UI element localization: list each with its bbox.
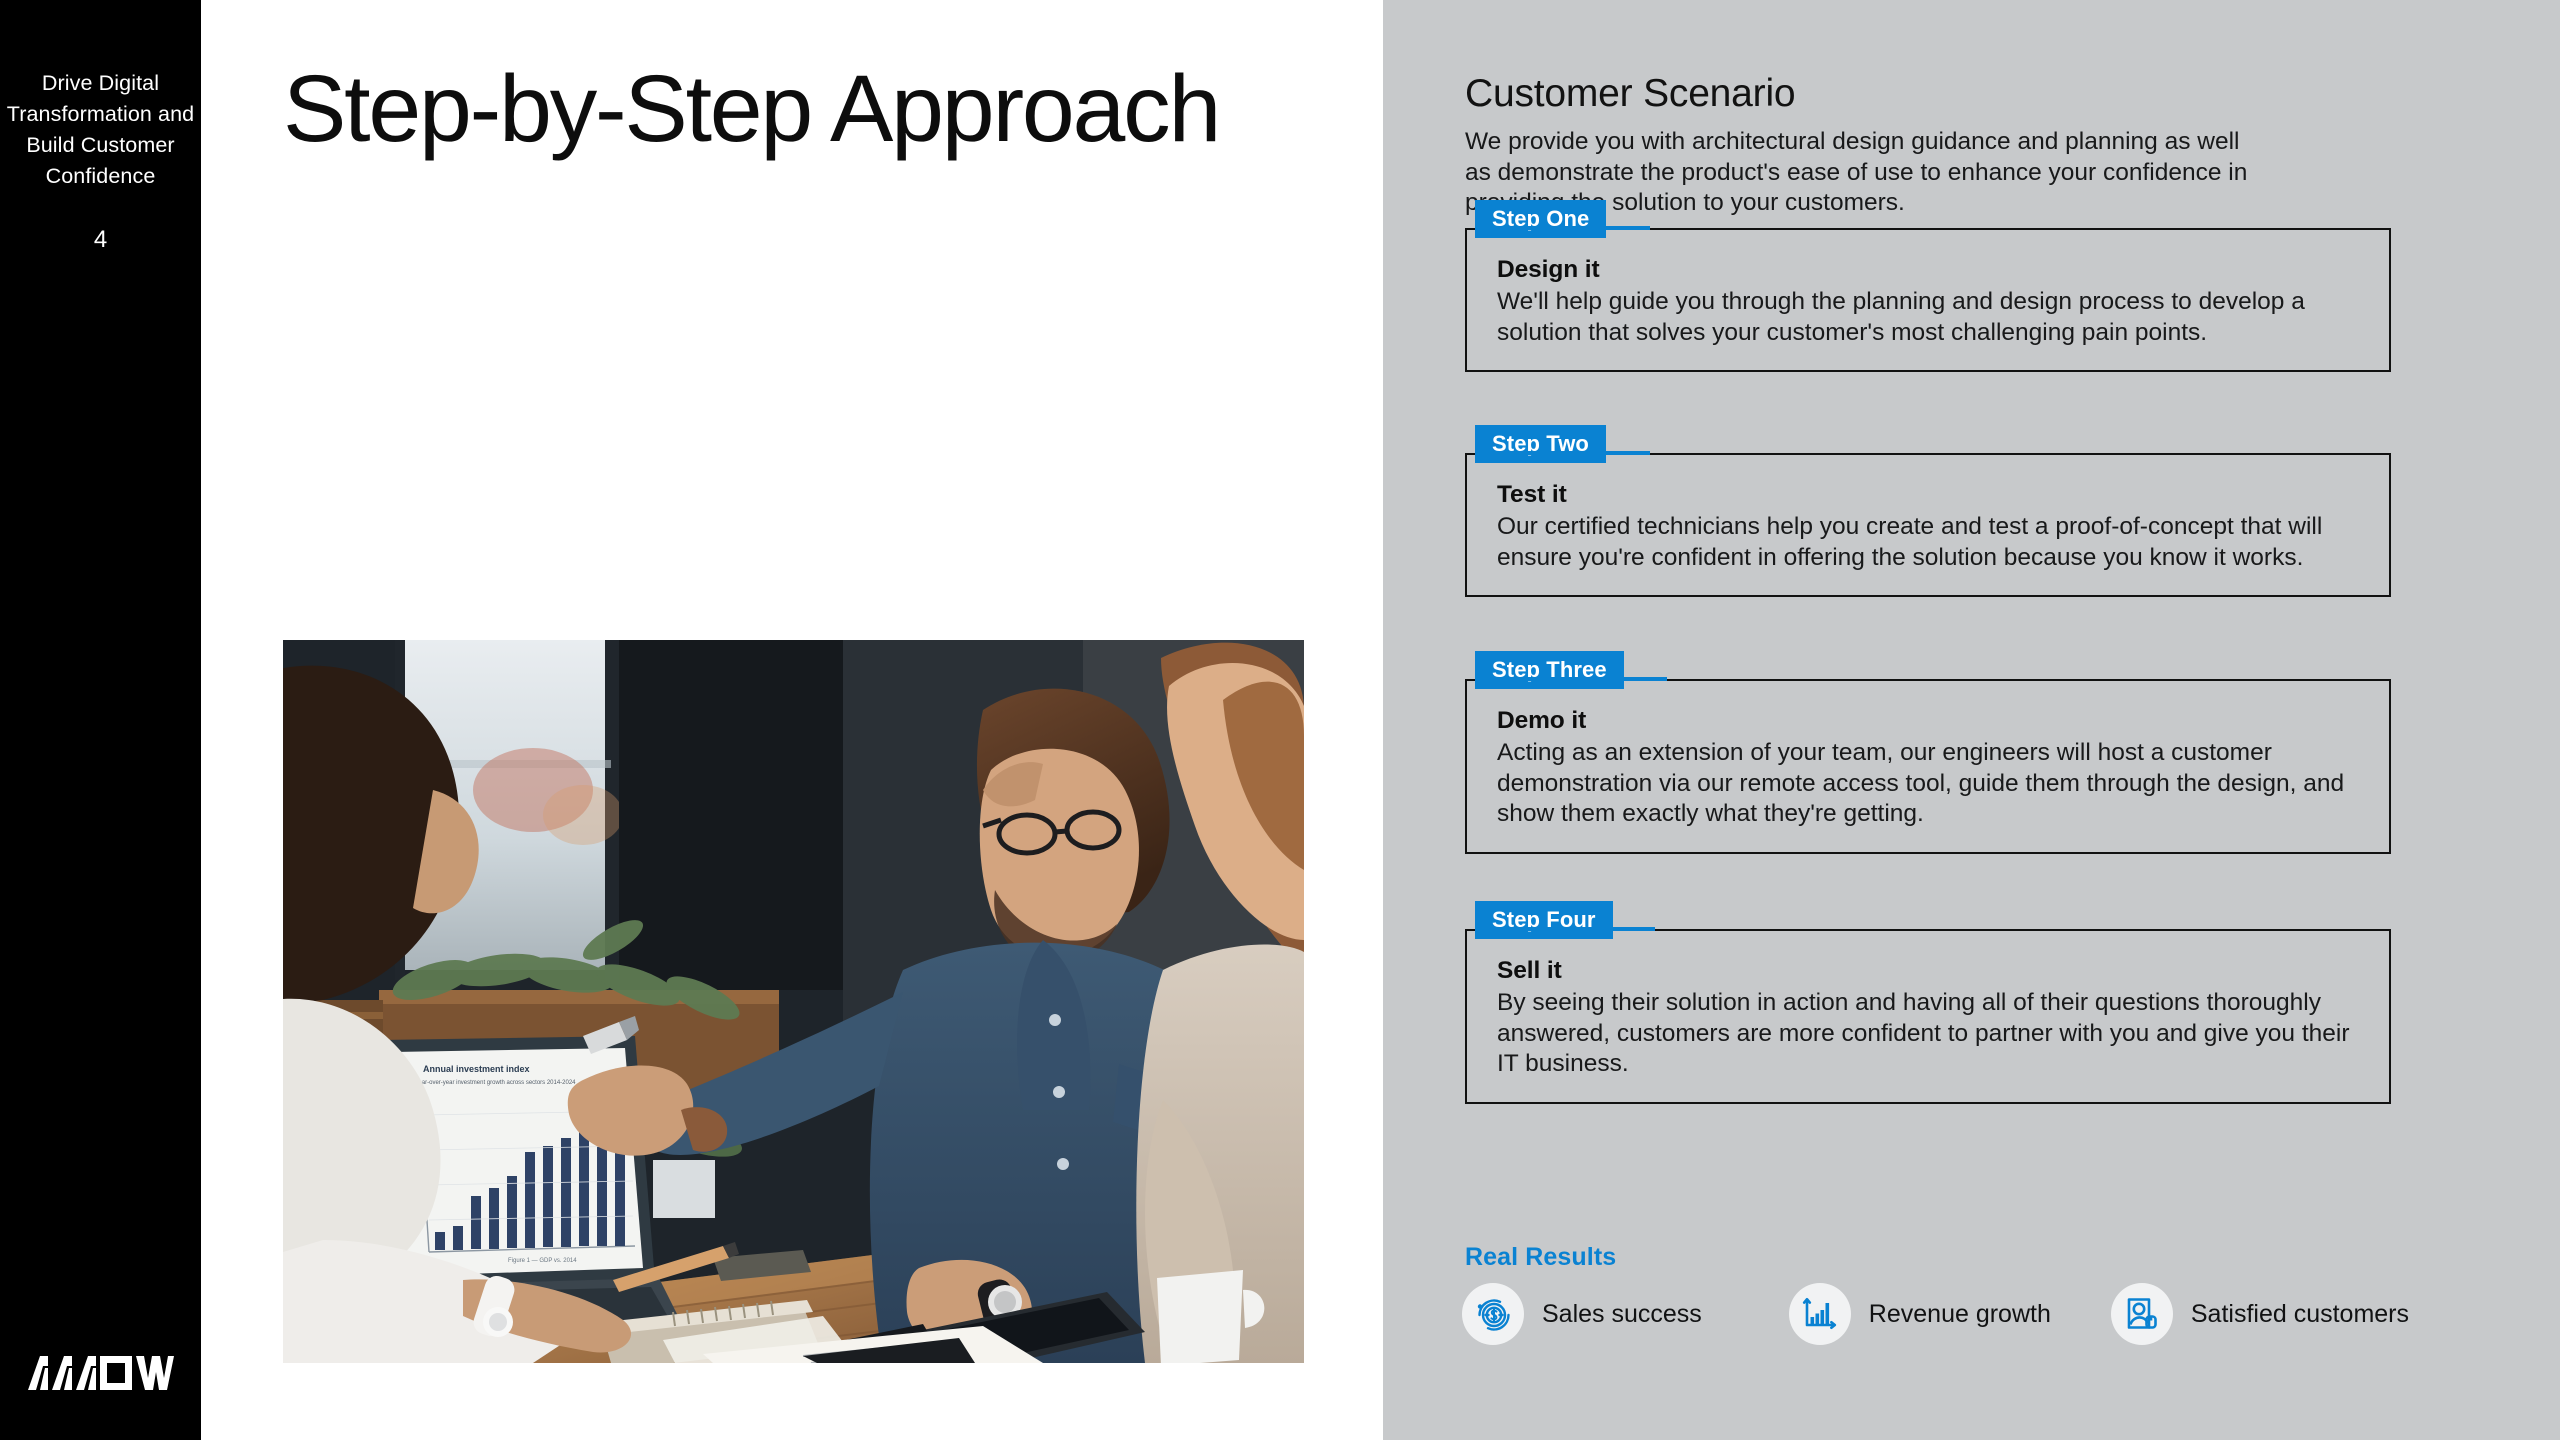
step-heading: Design it xyxy=(1497,256,1600,283)
result-label: Sales success xyxy=(1542,1299,1702,1328)
page-number: 4 xyxy=(93,226,108,253)
step-tab[interactable]: Step Two xyxy=(1475,425,1606,463)
step-heading: Test it xyxy=(1497,481,1567,508)
step-heading: Demo it xyxy=(1497,707,1587,734)
result-item-satisfied-customers[interactable]: Satisfied customers xyxy=(2110,1283,2409,1345)
center-panel: Step-by-Step Approach Annual investment … xyxy=(201,0,1383,1440)
step-card-body: Design it We'll help guide you through t… xyxy=(1465,228,2391,372)
deck-title: Drive Digital Transformation and Build C… xyxy=(6,71,195,188)
result-item-sales-success[interactable]: Sales success xyxy=(1462,1283,1702,1345)
photo-illustration: Annual investment index Year-over-year i… xyxy=(283,640,1304,1363)
step-tab[interactable]: Step One xyxy=(1475,200,1607,238)
result-item-revenue-growth[interactable]: Revenue growth xyxy=(1788,1283,2051,1345)
step-body: By seeing their solution in action and h… xyxy=(1497,989,2350,1077)
real-results-title: Real Results xyxy=(1465,1243,1617,1271)
step-card-body: Test it Our certified technicians help y… xyxy=(1465,453,2391,597)
step-heading: Sell it xyxy=(1497,957,1562,984)
step-body: Acting as an extension of your team, our… xyxy=(1497,739,2345,827)
arrow-logo-icon xyxy=(27,1356,174,1390)
real-results-row: Sales success Revenue growth Satisfied c… xyxy=(1462,1283,2409,1345)
business-meeting-photo: Annual investment index Year-over-year i… xyxy=(283,640,1304,1363)
person-device-icon xyxy=(2127,1298,2157,1329)
arrow-logo xyxy=(0,1356,201,1390)
tab-card-joint xyxy=(1475,226,1650,230)
step-tab[interactable]: Step Three xyxy=(1475,651,1624,689)
result-badge xyxy=(1788,1283,1851,1345)
result-label: Revenue growth xyxy=(1868,1299,2051,1328)
step-body: We'll help guide you through the plannin… xyxy=(1497,288,2305,346)
result-badge xyxy=(2110,1283,2173,1345)
step-body: Our certified technicians help you creat… xyxy=(1497,513,2323,571)
bar-chart-growth-icon xyxy=(1802,1297,1836,1330)
page-title: Step-by-Step Approach xyxy=(283,56,1221,162)
tab-card-joint xyxy=(1475,677,1667,681)
dollar-coin-refresh-icon xyxy=(1477,1299,1510,1331)
section-title: Customer Scenario xyxy=(1465,72,1796,115)
step-card-body: Sell it By seeing their solution in acti… xyxy=(1465,929,2391,1104)
right-panel: Customer Scenario We provide you with ar… xyxy=(1383,0,2560,1440)
tab-card-joint xyxy=(1475,451,1650,455)
result-badge xyxy=(1462,1283,1524,1345)
slide-canvas: Drive Digital Transformation and Build C… xyxy=(0,0,2560,1440)
tab-card-joint xyxy=(1475,927,1655,931)
step-card-body: Demo it Acting as an extension of your t… xyxy=(1465,679,2391,854)
result-label: Satisfied customers xyxy=(2190,1299,2409,1328)
step-tab[interactable]: Step Four xyxy=(1475,901,1613,939)
left-rail: Drive Digital Transformation and Build C… xyxy=(0,0,201,1440)
